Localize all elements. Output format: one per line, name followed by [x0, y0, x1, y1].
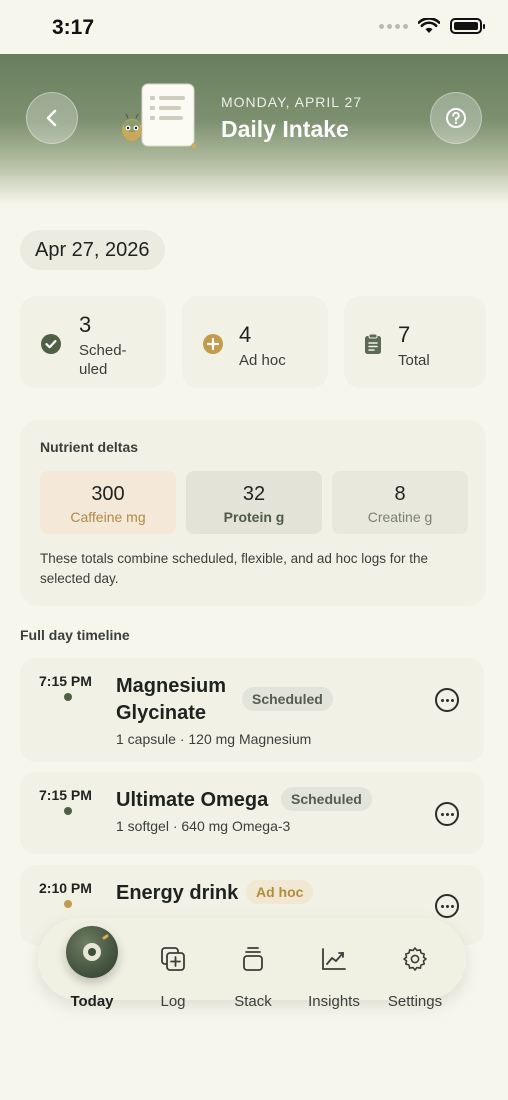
nutrient-value: 8	[394, 483, 406, 505]
stat-card-total[interactable]: 7 Total	[344, 296, 486, 388]
more-options-button[interactable]	[435, 802, 459, 826]
nutrient-label: Protein g	[223, 509, 285, 525]
tab-settings[interactable]: Settings	[375, 918, 455, 1010]
stat-value: 3	[79, 312, 92, 337]
nutrient-value: 32	[242, 483, 266, 505]
tab-label: Settings	[387, 993, 443, 1010]
nutrient-note: These totals combine scheduled, flexible…	[40, 551, 428, 586]
timeline-entry[interactable]: 7:15 PM Ultimate Omega Scheduled 1 softg…	[20, 772, 484, 854]
page-title: Daily Intake	[221, 116, 349, 142]
entry-name-line1: Magnesium	[116, 675, 227, 697]
battery-icon	[450, 18, 485, 34]
tab-insights[interactable]: Insights	[294, 918, 374, 1010]
nutrient-label: Caffeine mg	[70, 509, 146, 525]
stat-label-line2: uled	[79, 361, 108, 378]
entry-detail: 1 softgel · 640 mg Omega-3	[116, 818, 291, 834]
entry-time: 2:10 PM	[39, 880, 92, 896]
status-time: 3:17	[52, 16, 95, 39]
chart-line-icon	[322, 948, 346, 970]
entry-time: 7:15 PM	[39, 673, 92, 689]
more-options-button[interactable]	[435, 688, 459, 712]
timeline-section-label: Full day timeline	[20, 627, 130, 643]
nutrient-creatine: 8 Creatine g	[332, 471, 468, 534]
status-bar: 3:17	[0, 0, 508, 54]
gear-icon	[403, 947, 427, 971]
stack-icon	[243, 947, 263, 971]
nutrient-value: 300	[91, 483, 125, 505]
bottom-tab-bar: Today Log Stack Insights Settings	[38, 918, 466, 1010]
stat-label: Total	[398, 352, 430, 369]
more-options-button[interactable]	[435, 894, 459, 918]
entry-name-line2: Glycinate	[116, 702, 207, 724]
entry-name: Ultimate Omega	[116, 789, 269, 811]
timeline-entry[interactable]: 7:15 PM Magnesium Glycinate Scheduled 1 …	[20, 658, 484, 762]
status-icons	[379, 18, 485, 34]
entry-time: 7:15 PM	[39, 787, 92, 803]
timeline-dot	[64, 900, 72, 908]
stat-label-line1: Sched-	[79, 342, 127, 359]
entry-detail: 1 capsule · 120 mg Magnesium	[116, 731, 312, 747]
nutrient-label: Creatine g	[367, 509, 433, 525]
today-orb-icon	[66, 926, 118, 978]
date-picker-pill[interactable]: Apr 27, 2026	[20, 230, 165, 270]
tab-label: Insights	[308, 993, 360, 1010]
help-button[interactable]	[430, 92, 482, 144]
tab-label: Today	[70, 993, 114, 1010]
stat-value: 7	[398, 322, 411, 347]
tab-stack[interactable]: Stack	[213, 918, 293, 1010]
header-date-caption: MONDAY, APRIL 27	[221, 94, 363, 110]
nutrient-protein: 32 Protein g	[186, 471, 322, 534]
daily-intake-illustration	[122, 83, 197, 149]
stat-label: Ad hoc	[239, 352, 286, 369]
tab-label: Log	[160, 993, 186, 1010]
stat-card-adhoc[interactable]: 4 Ad hoc	[182, 296, 328, 388]
question-circle-icon	[446, 108, 466, 128]
chevron-left-icon	[46, 109, 57, 127]
stat-value: 4	[239, 322, 252, 347]
clipboard-icon	[365, 333, 381, 354]
timeline-dot	[64, 807, 72, 815]
status-badge: Scheduled	[242, 687, 333, 711]
plus-circle-icon	[203, 334, 223, 354]
tab-today[interactable]: Today	[38, 918, 146, 1010]
nutrient-deltas-title: Nutrient deltas	[40, 439, 139, 455]
tab-log[interactable]: Log	[133, 918, 213, 1010]
timeline-dot	[64, 693, 72, 701]
add-square-icon	[161, 947, 185, 971]
stat-label: Sched- uled	[79, 341, 127, 379]
status-badge: Ad hoc	[246, 880, 314, 904]
nutrient-caffeine: 300 Caffeine mg	[40, 471, 176, 534]
nutrient-deltas-panel: Nutrient deltas 300 Caffeine mg 32 Prote…	[20, 420, 486, 606]
stat-card-scheduled[interactable]: 3 Sched- uled	[20, 296, 166, 388]
tab-label: Stack	[234, 993, 272, 1010]
check-circle-icon	[41, 334, 61, 354]
back-button[interactable]	[26, 92, 78, 144]
entry-name: Energy drink	[116, 882, 239, 904]
header: MONDAY, APRIL 27 Daily Intake	[0, 54, 508, 204]
status-badge: Scheduled	[281, 787, 372, 811]
entry-name: Magnesium Glycinate	[116, 673, 226, 727]
signal-icon	[379, 23, 408, 29]
wifi-icon	[418, 18, 440, 33]
